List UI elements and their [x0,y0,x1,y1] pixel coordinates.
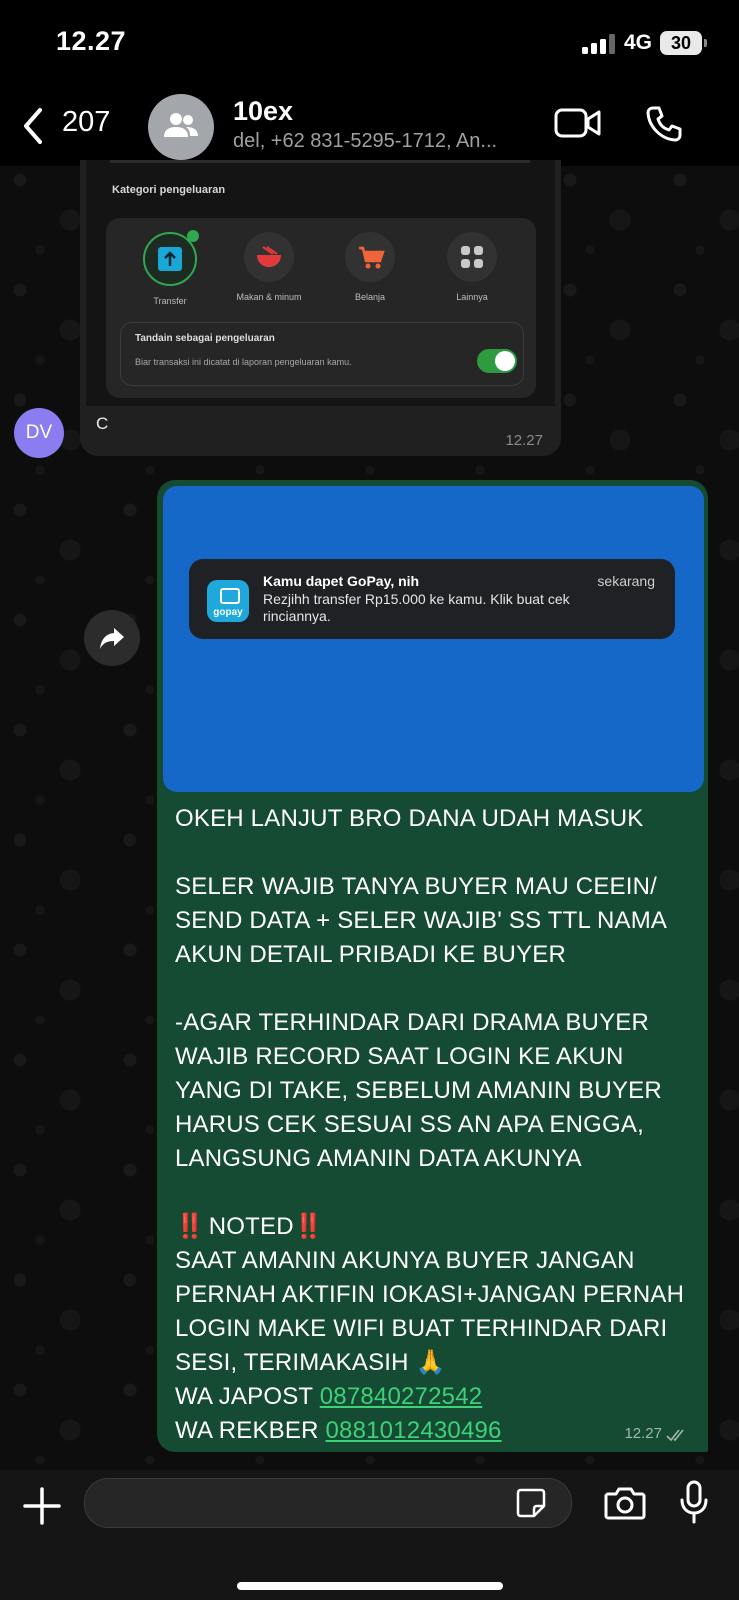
category-label: Makan & minum [236,292,302,302]
phone-link[interactable]: 0881012430496 [325,1417,501,1444]
category-label: Belanja [354,292,386,302]
noted-label: NOTED [208,1213,294,1240]
expense-toggle-card: Tandain sebagai pengeluaran Biar transak… [120,322,524,386]
category-card: Transfer Makan & minum Belanja Lainnya T… [106,218,536,398]
notification-title: Kamu dapet GoPay, nih [263,573,420,589]
category-label: Transfer [153,296,187,306]
plus-icon[interactable] [22,1486,62,1526]
status-time: 12.27 [56,26,127,56]
message-input[interactable] [84,1478,572,1528]
contact-line: WA JAPOST 087840272542 [175,1380,695,1414]
notification-screenshot[interactable]: gopay Kamu dapet GoPay, nih sekarang Rez… [163,486,704,792]
wallet-icon [220,588,240,604]
category-label: Lainnya [456,292,488,302]
message-paragraph: SAAT AMANIN AKUNYA BUYER JANGAN PERNAH A… [175,1247,685,1376]
message-text: OKEH LANJUT BRO DANA UDAH MASUK SELER WA… [175,802,695,1448]
status-bar: 12.27 4G 30 [0,0,739,88]
group-avatar-icon [164,113,198,137]
home-indicator [237,1582,503,1590]
message-time: 12.27 [624,1425,662,1442]
incoming-message[interactable]: Kategori pengeluaran Transfer Makan & mi… [80,160,561,456]
bowl-icon [244,232,294,282]
message-caption: C [96,414,109,433]
battery-cap [704,39,707,47]
noted-line: ‼️ NOTED‼️ [175,1210,695,1244]
double-exclamation-icon: ‼️ [293,1213,324,1240]
cart-icon [345,232,395,282]
forward-button[interactable] [84,610,140,666]
network-label: 4G [624,31,653,54]
signal-icon [582,34,615,54]
composer-bar [0,1470,739,1600]
category-shopping: Belanja [328,232,412,302]
expense-toggle [477,349,517,373]
chat-participants[interactable]: del, +62 831-5295-1712, An... [233,130,538,153]
toggle-description: Biar transaksi ini dicatat di laporan pe… [135,357,352,367]
transfer-icon [143,230,199,286]
phone-icon[interactable] [644,104,684,144]
grid-icon [447,232,497,282]
outgoing-message[interactable]: gopay Kamu dapet GoPay, nih sekarang Rez… [157,480,708,1452]
contact-label: WA JAPOST [175,1383,313,1410]
gopay-notification: gopay Kamu dapet GoPay, nih sekarang Rez… [189,559,675,639]
battery-icon: 30 [660,31,702,55]
sticker-icon[interactable] [516,1488,546,1518]
camera-icon[interactable] [604,1484,646,1520]
sender-avatar[interactable]: DV [14,408,64,458]
shared-screenshot[interactable]: Kategori pengeluaran Transfer Makan & mi… [86,160,555,406]
chat-header: 207 10ex del, +62 831-5295-1712, An... [0,88,739,166]
chat-title[interactable]: 10ex [233,96,293,127]
phone-link[interactable]: 087840272542 [320,1383,483,1410]
double-check-icon [666,1429,684,1442]
app-label: gopay [213,607,243,618]
back-chevron-icon[interactable] [18,106,48,146]
message-paragraph: -AGAR TERHINDAR DARI DRAMA BUYER WAJIB R… [175,1009,662,1172]
message-paragraph: OKEH LANJUT BRO DANA UDAH MASUK [175,805,644,832]
message-time: 12.27 [505,432,543,449]
category-food: Makan & minum [227,232,311,302]
category-other: Lainnya [430,232,514,302]
notification-body: Rezjihh transfer Rp15.000 ke kamu. Klik … [263,591,570,624]
microphone-icon[interactable] [678,1480,710,1524]
forward-icon [100,628,124,649]
notification-time: sekarang [597,573,655,589]
category-transfer: Transfer [128,230,212,306]
category-title: Kategori pengeluaran [112,184,226,196]
video-call-icon[interactable] [554,106,602,140]
gopay-app-icon: gopay [207,580,249,622]
contact-line: WA REKBER 0881012430496 [175,1414,695,1448]
group-avatar[interactable] [148,94,214,160]
divider [110,160,530,163]
toggle-title: Tandain sebagai pengeluaran [135,333,275,344]
unread-count[interactable]: 207 [62,106,110,139]
contact-label: WA REKBER [175,1417,319,1444]
message-paragraph: SELER WAJIB TANYA BUYER MAU CEEIN/ SEND … [175,873,666,968]
double-exclamation-icon: ‼️ [175,1213,205,1240]
